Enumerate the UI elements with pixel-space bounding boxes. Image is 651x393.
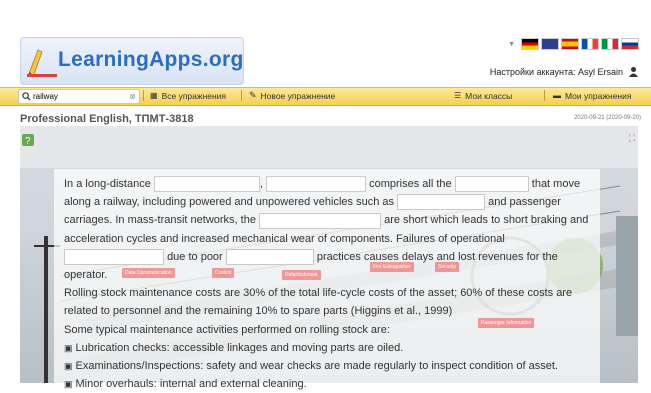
flag-es-icon[interactable] bbox=[561, 38, 579, 50]
flag-uk-icon[interactable] bbox=[541, 38, 559, 50]
all-exercises-button[interactable]: ▦ Все упражнения bbox=[150, 89, 226, 102]
my-exercises-label: Мои упражнения bbox=[565, 90, 632, 101]
paragraph-activities: Some typical maintenance activities perf… bbox=[64, 323, 390, 336]
text-fragment: In a long-distance bbox=[64, 178, 151, 190]
answer-gap-4[interactable] bbox=[397, 194, 486, 211]
grid-icon: ▦ bbox=[150, 91, 158, 100]
account-label[interactable]: Настройки аккаунта: Asyl Ersain bbox=[490, 67, 623, 77]
answer-gap-5[interactable] bbox=[259, 212, 382, 229]
toolbar-divider bbox=[143, 90, 144, 101]
new-exercise-label: Новое упражнение bbox=[260, 90, 336, 101]
bullet-icon: ▣ bbox=[64, 342, 73, 353]
my-classes-button[interactable]: ☰ Мои классы bbox=[454, 89, 512, 102]
answer-gap-1[interactable] bbox=[153, 176, 260, 193]
all-exercises-label: Все упражнения bbox=[161, 90, 227, 101]
list-item: Lubrication checks: accessible linkages … bbox=[75, 341, 404, 354]
text-fragment: due to poor bbox=[167, 250, 223, 263]
list-icon: ☰ bbox=[454, 91, 462, 100]
new-exercise-button[interactable]: ✎ Новое упражнение bbox=[249, 89, 335, 102]
my-classes-label: Мои классы bbox=[465, 90, 513, 101]
search-box[interactable]: ⊗ bbox=[18, 89, 140, 104]
my-exercises-button[interactable]: ▬ Мои упражнения bbox=[553, 89, 631, 102]
text-fragment: , bbox=[259, 178, 263, 190]
answer-gap-7[interactable] bbox=[225, 248, 314, 265]
pencil-icon: ✎ bbox=[249, 90, 257, 100]
paragraph-costs: Rolling stock maintenance costs are 30% … bbox=[64, 287, 573, 318]
user-icon[interactable] bbox=[628, 66, 639, 77]
search-input[interactable] bbox=[31, 92, 113, 101]
help-icon[interactable]: ? bbox=[22, 133, 34, 151]
brand-logo[interactable]: LearningApps.org bbox=[58, 48, 244, 72]
flag-it-icon[interactable] bbox=[601, 38, 619, 50]
list-item: Minor overhauls: internal and external c… bbox=[75, 378, 307, 391]
toolbar-divider bbox=[241, 90, 242, 101]
page-date: 2020-09-21 (2020-09-20) bbox=[573, 115, 641, 121]
clear-search-icon[interactable]: ⊗ bbox=[129, 92, 136, 101]
account-settings[interactable]: Настройки аккаунта: Asyl Ersain bbox=[490, 66, 639, 77]
answer-gap-6[interactable] bbox=[64, 248, 164, 265]
page-title: Professional English, ТПМТ-3818 bbox=[20, 113, 194, 125]
flag-de-icon[interactable] bbox=[521, 38, 539, 50]
flag-fr-icon[interactable] bbox=[581, 38, 599, 50]
bullet-icon: ▣ bbox=[64, 379, 73, 390]
search-icon bbox=[22, 92, 31, 101]
text-fragment: comprises all the bbox=[369, 178, 452, 190]
bullet-icon: ▣ bbox=[64, 361, 73, 372]
folder-icon: ▬ bbox=[553, 91, 561, 100]
language-flags[interactable]: ▼ bbox=[508, 38, 639, 50]
answer-gap-2[interactable] bbox=[266, 176, 367, 193]
logo-pencil-icon bbox=[27, 49, 57, 78]
list-item: Examinations/Inspections: safety and wea… bbox=[75, 360, 558, 373]
fullscreen-icon[interactable]: ⛶ bbox=[629, 133, 635, 144]
flag-ru-icon[interactable] bbox=[621, 38, 639, 50]
answer-gap-3[interactable] bbox=[454, 176, 529, 193]
exercise-text: In a long-distance , comprises all the t… bbox=[64, 175, 589, 393]
svg-text:?: ? bbox=[25, 136, 31, 146]
dropdown-arrow-icon[interactable]: ▼ bbox=[508, 41, 515, 48]
toolbar-divider bbox=[544, 90, 545, 101]
